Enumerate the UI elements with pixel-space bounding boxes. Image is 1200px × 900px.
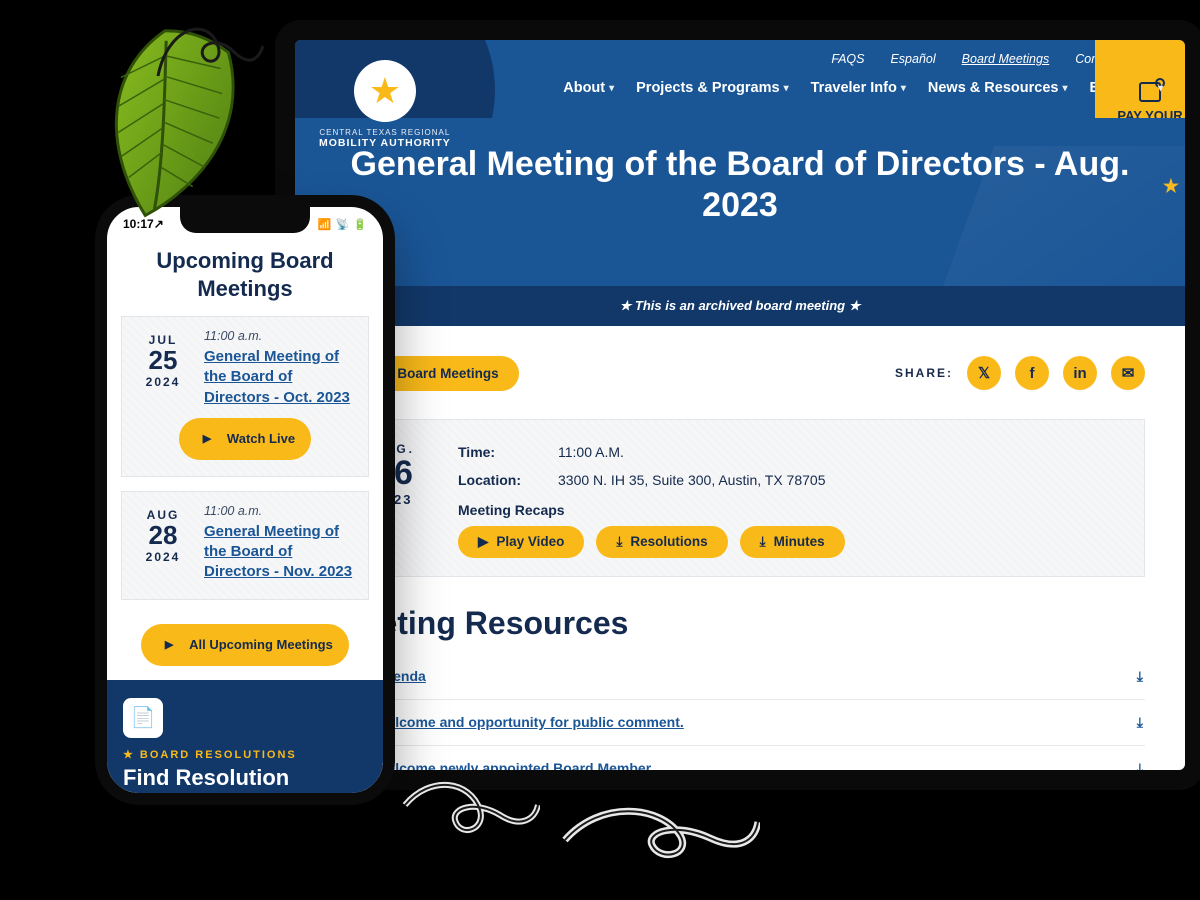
share-row: SHARE: 𝕏 f in ✉ — [895, 356, 1145, 390]
chevron-down-icon: ▾ — [1158, 83, 1163, 94]
event-details: Time: 11:00 A.M. Location: 3300 N. IH 35, … — [458, 438, 845, 558]
vine-illustration — [148, 6, 268, 86]
all-upcoming-label: All Upcoming Meetings — [189, 637, 333, 652]
resolutions-label: Resolutions — [630, 534, 707, 549]
watch-live-label: Watch Live — [227, 431, 295, 446]
chevron-down-icon: ▾ — [901, 83, 906, 94]
download-icon[interactable]: ⤓ — [1137, 714, 1143, 731]
nav-traveler-label: Traveler Info — [811, 80, 897, 96]
card-day: 28 — [134, 522, 192, 548]
card-time: 11:00 a.m. — [204, 504, 356, 518]
recaps-heading: Meeting Recaps — [458, 502, 845, 518]
vine-illustration — [400, 770, 540, 850]
vine-illustration — [560, 790, 760, 870]
download-icon: ⤓ — [760, 534, 766, 550]
meeting-link[interactable]: General Meeting of the Board of Director… — [204, 348, 350, 406]
play-icon: ▶ — [478, 534, 488, 550]
resource-link[interactable]: Welcome newly appointed Board Member. — [374, 760, 654, 770]
signal-icon: 📶 — [318, 219, 332, 231]
share-x-icon[interactable]: 𝕏 — [967, 356, 1001, 390]
archive-banner: ★ This is an archived board meeting ★ — [295, 286, 1185, 326]
card-day: 25 — [134, 347, 192, 373]
wifi-icon: 📡 — [336, 219, 350, 231]
download-icon[interactable]: ⤓ — [1137, 760, 1143, 770]
logo-line2: MOBILITY AUTHORITY — [319, 137, 451, 149]
nav-about-label: About — [563, 80, 605, 96]
phone-frame: 10:17↗ 📶📡🔋 Upcoming Board Meetings JUL 2… — [95, 195, 395, 805]
battery-icon: 🔋 — [353, 219, 367, 231]
location-value: 3300 N. IH 35, Suite 300, Austin, TX 787… — [558, 472, 825, 488]
download-icon: ⤓ — [616, 534, 622, 550]
minutes-button[interactable]: ⤓ Minutes — [740, 526, 845, 558]
share-label: SHARE: — [895, 366, 953, 380]
meeting-link[interactable]: General Meeting of the Board of Director… — [204, 523, 352, 581]
logo-badge: ★ — [354, 60, 416, 122]
card-time: 11:00 a.m. — [204, 329, 356, 343]
meeting-info-card: AUG. 16 2023 Time:11:00 A.M. Location:33… — [335, 419, 1145, 577]
resource-row: 01.Welcome and opportunity for public co… — [335, 700, 1145, 746]
nav-projects-label: Projects & Programs — [636, 80, 779, 96]
site-logo[interactable]: ★ CENTRAL TEXAS REGIONAL MOBILITY AUTHOR… — [319, 60, 451, 149]
upcoming-title: Upcoming Board Meetings — [121, 247, 369, 302]
chevron-down-icon: ▾ — [1062, 83, 1067, 94]
nav-about[interactable]: About ▾ — [563, 80, 614, 96]
resource-row: 00.Agenda ⤓ — [335, 654, 1145, 700]
meeting-card: AUG 28 2024 11:00 a.m. General Meeting o… — [121, 491, 369, 600]
chevron-down-icon: ▾ — [609, 83, 614, 94]
nav-news-label: News & Resources — [928, 80, 1059, 96]
card-year: 2024 — [134, 375, 192, 389]
share-facebook-icon[interactable]: f — [1015, 356, 1049, 390]
nav-projects[interactable]: Projects & Programs ▾ — [636, 80, 788, 96]
nav-news[interactable]: News & Resources▾ — [928, 80, 1068, 96]
meeting-resources-heading: Meeting Resources — [335, 605, 1145, 642]
nav-board-meetings[interactable]: Board Meetings — [962, 52, 1050, 66]
time-label: Time: — [458, 444, 538, 460]
resource-link[interactable]: Welcome and opportunity for public comme… — [374, 714, 683, 730]
play-video-button[interactable]: ▶ Play Video — [458, 526, 584, 558]
page-content: ◄ All Board Meetings SHARE: 𝕏 f in ✉ AUG… — [295, 326, 1185, 770]
download-icon[interactable]: ⤓ — [1137, 668, 1143, 685]
resolutions-kicker: BOARD RESOLUTIONS — [123, 748, 367, 761]
share-linkedin-icon[interactable]: in — [1063, 356, 1097, 390]
play-icon: ▶ — [195, 427, 219, 451]
watch-live-button[interactable]: ▶ Watch Live — [179, 418, 311, 460]
card-date: AUG 28 2024 — [134, 504, 192, 583]
nav-traveler[interactable]: Traveler Info ▾ — [811, 80, 906, 96]
star-icon: ★ — [1163, 176, 1179, 198]
logo-line1: CENTRAL TEXAS REGIONAL — [319, 128, 451, 137]
all-upcoming-button[interactable]: ▶ All Upcoming Meetings — [141, 624, 349, 666]
card-date: JUL 25 2024 — [134, 329, 192, 408]
status-indicators: 📶 📡🔋 — [314, 217, 367, 231]
card-year: 2024 — [134, 550, 192, 564]
laptop-frame: PAY YOUR TOLL ★ CENTRAL TEXAS REGIONAL M… — [275, 20, 1200, 790]
play-video-label: Play Video — [496, 534, 564, 549]
resolutions-button[interactable]: ⤓ Resolutions — [596, 526, 727, 558]
nav-espanol[interactable]: Español — [890, 52, 935, 66]
site-header: PAY YOUR TOLL ★ CENTRAL TEXAS REGIONAL M… — [295, 40, 1185, 118]
resolutions-panel: 📄 BOARD RESOLUTIONS Find Resolution — [107, 680, 383, 806]
time-value: 11:00 A.M. — [558, 444, 624, 460]
minutes-label: Minutes — [774, 534, 825, 549]
chevron-down-icon: ▾ — [784, 83, 789, 94]
page-title: General Meeting of the Board of Director… — [335, 144, 1145, 226]
share-email-icon[interactable]: ✉ — [1111, 356, 1145, 390]
document-icon: 📄 — [123, 698, 163, 738]
star-icon: ★ — [369, 70, 401, 112]
nav-faqs[interactable]: FAQS — [831, 52, 864, 66]
location-label: Location: — [458, 472, 538, 488]
resolutions-title: Find Resolution — [123, 765, 367, 791]
meeting-card: JUL 25 2024 11:00 a.m. General Meeting o… — [121, 316, 369, 477]
play-icon: ▶ — [157, 633, 181, 657]
resource-row: 02.Welcome newly appointed Board Member.… — [335, 746, 1145, 770]
